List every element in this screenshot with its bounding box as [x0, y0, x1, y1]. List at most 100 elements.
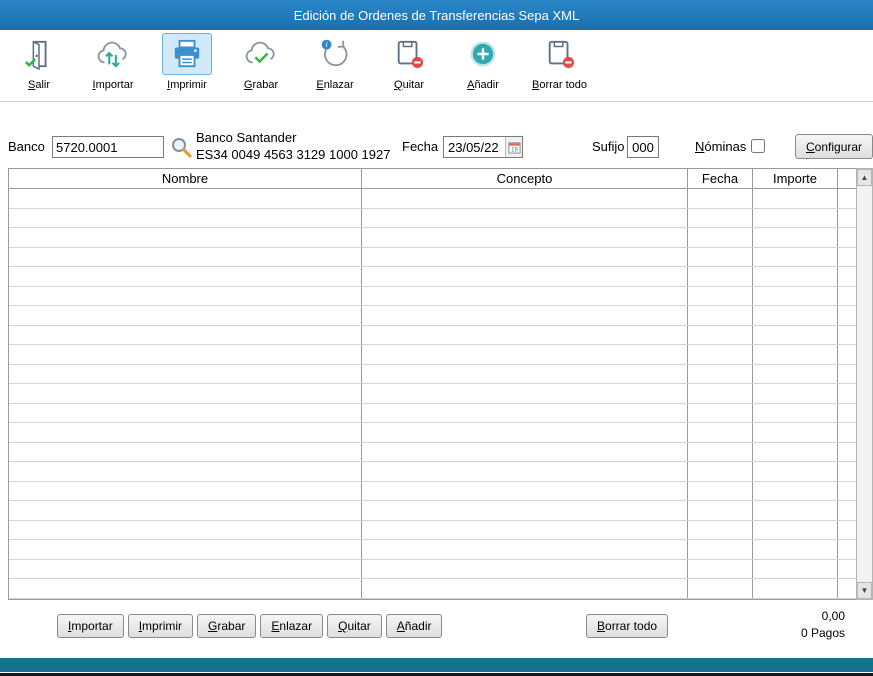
table-cell	[688, 443, 753, 462]
table-cell	[9, 248, 362, 267]
table-cell	[362, 521, 688, 540]
footer-button-importar[interactable]: Importar	[57, 614, 124, 638]
bank-iban: ES34 0049 4563 3129 1000 1927	[196, 146, 390, 163]
table-row[interactable]	[9, 521, 856, 541]
table-row[interactable]	[9, 560, 856, 580]
bank-search-button[interactable]	[170, 135, 194, 159]
footer-button-añadir[interactable]: Añadir	[386, 614, 443, 638]
toolbar-importar-label: Importar	[93, 79, 134, 91]
toolbar-borrar-todo-button[interactable]: Borrar todo	[532, 33, 587, 91]
table-row[interactable]	[9, 209, 856, 229]
table-row[interactable]	[9, 326, 856, 346]
table-row[interactable]	[9, 189, 856, 209]
svg-text:19: 19	[511, 147, 518, 153]
table-cell	[753, 443, 838, 462]
table-row[interactable]	[9, 579, 856, 599]
footer-button-imprimir[interactable]: Imprimir	[128, 614, 193, 638]
table-row[interactable]	[9, 462, 856, 482]
table-cell	[753, 365, 838, 384]
table-cell	[753, 306, 838, 325]
table-cell	[838, 306, 856, 325]
configurar-button[interactable]: Configurar	[795, 134, 873, 159]
table-row[interactable]	[9, 345, 856, 365]
printer-icon	[162, 33, 212, 75]
toolbar-anadir-button[interactable]: Añadir	[458, 33, 508, 91]
table-row[interactable]	[9, 501, 856, 521]
table-cell	[838, 560, 856, 579]
table-cell	[362, 326, 688, 345]
vertical-scrollbar[interactable]: ▲ ▼	[856, 168, 873, 600]
title-bar[interactable]: Edición de Ordenes de Transferencias Sep…	[0, 0, 873, 30]
totals: 0,00 0 Pagos	[801, 608, 845, 642]
toolbar-imprimir-button[interactable]: Imprimir	[162, 33, 212, 91]
table-cell	[688, 267, 753, 286]
table-cell	[9, 287, 362, 306]
table-cell	[838, 423, 856, 442]
table-cell	[362, 501, 688, 520]
table-cell	[362, 365, 688, 384]
toolbar-enlazar-button[interactable]: i Enlazar	[310, 33, 360, 91]
table-cell	[838, 189, 856, 208]
scroll-down-button[interactable]: ▼	[857, 582, 872, 599]
nominas-checkbox[interactable]	[751, 139, 765, 153]
toolbar-anadir-label: Añadir	[467, 79, 499, 91]
table-cell	[9, 267, 362, 286]
table-row[interactable]	[9, 287, 856, 307]
table-cell	[838, 384, 856, 403]
table-cell	[9, 501, 362, 520]
scroll-up-button[interactable]: ▲	[857, 169, 872, 186]
column-header-importe: Importe	[753, 169, 838, 188]
table-row[interactable]	[9, 443, 856, 463]
table-row[interactable]	[9, 365, 856, 385]
table-row[interactable]	[9, 267, 856, 287]
table-cell	[838, 287, 856, 306]
banco-input[interactable]	[52, 136, 164, 158]
table-row[interactable]	[9, 248, 856, 268]
footer-button-enlazar[interactable]: Enlazar	[260, 614, 323, 638]
table-cell	[362, 404, 688, 423]
table-cell	[9, 423, 362, 442]
bank-info: Banco Santander ES34 0049 4563 3129 1000…	[196, 129, 390, 163]
table-row[interactable]	[9, 404, 856, 424]
scroll-up-icon: ▲	[861, 173, 869, 182]
table-cell	[362, 423, 688, 442]
footer-button-quitar[interactable]: Quitar	[327, 614, 382, 638]
table-row[interactable]	[9, 384, 856, 404]
add-circle-icon	[458, 33, 508, 75]
footer-button-grabar[interactable]: Grabar	[197, 614, 256, 638]
column-header-filler	[838, 169, 856, 188]
calendar-button[interactable]: 19	[505, 137, 522, 157]
table-cell	[362, 209, 688, 228]
table-row[interactable]	[9, 540, 856, 560]
sufijo-input[interactable]	[627, 136, 659, 158]
table-cell	[362, 579, 688, 598]
toolbar-quitar-button[interactable]: Quitar	[384, 33, 434, 91]
table-cell	[9, 384, 362, 403]
table-row[interactable]	[9, 228, 856, 248]
footer-buttons: ImportarImprimirGrabarEnlazarQuitarAñadi…	[57, 614, 442, 638]
table-row[interactable]	[9, 306, 856, 326]
table-row[interactable]	[9, 482, 856, 502]
sufijo-label: Sufijo	[592, 139, 625, 154]
fecha-field[interactable]: 23/05/22 19	[443, 136, 523, 158]
table-row[interactable]	[9, 423, 856, 443]
table-cell	[9, 228, 362, 247]
table-cell	[688, 228, 753, 247]
toolbar-grabar-label: Grabar	[244, 79, 278, 91]
svg-text:i: i	[325, 40, 327, 49]
toolbar-importar-button[interactable]: Importar	[88, 33, 138, 91]
toolbar-salir-button[interactable]: Salir	[14, 33, 64, 91]
table-cell	[362, 540, 688, 559]
table-cell	[688, 287, 753, 306]
bank-form: Banco Banco Santander ES34 0049 4563 312…	[0, 128, 873, 166]
scroll-down-icon: ▼	[861, 586, 869, 595]
nominas-label: Nóminas	[695, 139, 746, 154]
table-cell	[9, 306, 362, 325]
toolbar-imprimir-label: Imprimir	[167, 79, 207, 91]
table-cell	[362, 482, 688, 501]
toolbar-borrar-todo-label: Borrar todo	[532, 79, 587, 91]
table-cell	[688, 209, 753, 228]
toolbar-grabar-button[interactable]: Grabar	[236, 33, 286, 91]
delete-all-icon	[535, 33, 585, 75]
footer-borrar-todo-button[interactable]: Borrar todo	[586, 614, 668, 638]
